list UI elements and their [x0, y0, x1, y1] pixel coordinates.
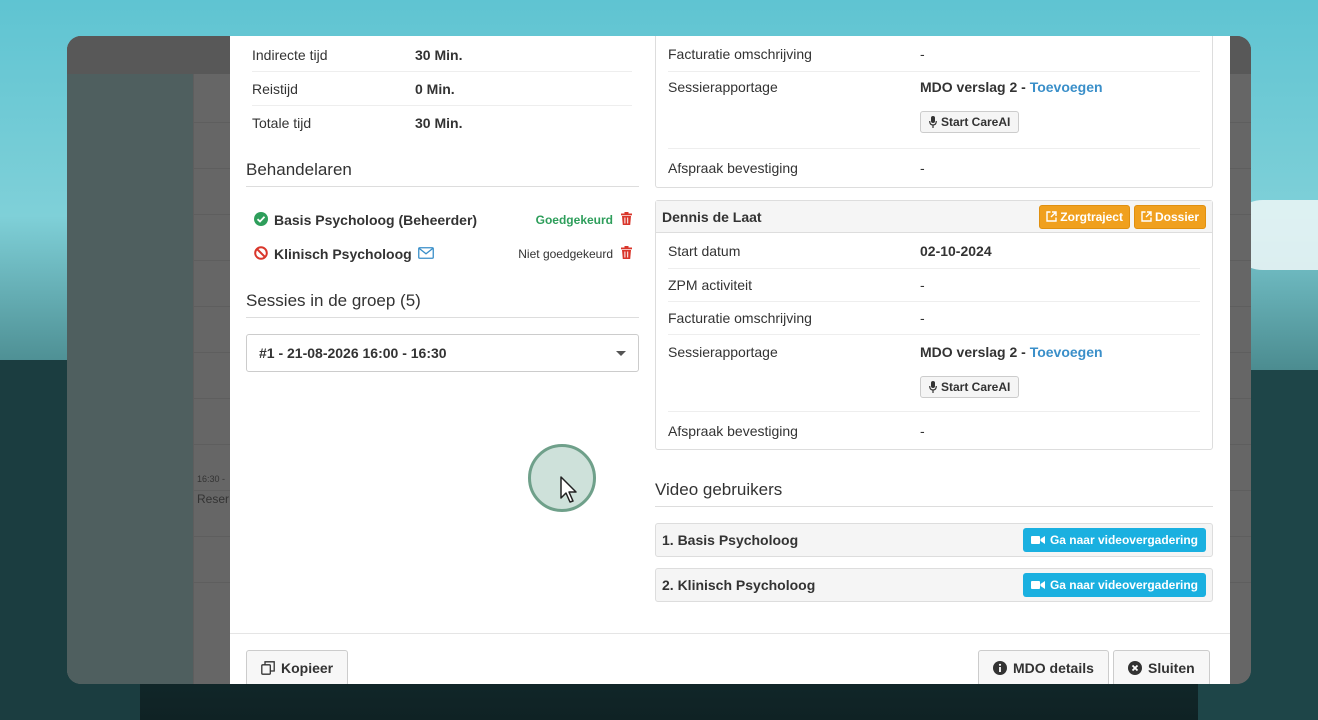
start-careai-button[interactable]: Start CareAI	[920, 376, 1020, 398]
participant-header: Dennis de Laat Zorgtraject Dossier	[656, 201, 1212, 233]
external-link-icon	[1046, 211, 1057, 222]
zorgtraject-button[interactable]: Zorgtraject	[1039, 204, 1130, 229]
therapist-status: Goedgekeurd	[535, 213, 613, 227]
calendar-slot-time: 16:30 -	[197, 474, 226, 484]
time-row-total: Totale tijd 30 Min.	[252, 106, 632, 140]
modal-left-column: Indirecte tijd 30 Min. Reistijd 0 Min. T…	[246, 36, 639, 372]
trash-icon[interactable]	[619, 212, 633, 228]
therapist-name: Klinisch Psycholoog	[274, 246, 412, 262]
add-report-link[interactable]: Toevoegen	[1030, 79, 1103, 95]
time-row-label: Totale tijd	[252, 115, 312, 131]
join-video-button[interactable]: Ga naar videovergadering	[1022, 528, 1206, 552]
participant-panel-2: Dennis de Laat Zorgtraject Dossier Start	[655, 200, 1213, 450]
therapist-row: Basis Psycholoog (Beheerder) Goedgekeurd	[246, 203, 639, 237]
video-camera-icon	[1030, 581, 1045, 589]
time-row-label: Indirecte tijd	[252, 46, 328, 63]
report-name: MDO verslag 2 -	[920, 79, 1030, 95]
mdo-details-label: MDO details	[1013, 660, 1094, 676]
dossier-button[interactable]: Dossier	[1133, 204, 1206, 229]
panel-row-report: Sessierapportage MDO verslag 2 - Toevoeg…	[668, 335, 1200, 412]
cursor-highlight	[528, 444, 596, 512]
app-window: 16:30 - Reser Indirecte tijd 30 Min. Rei…	[67, 36, 1251, 684]
panel-row-label: Start datum	[668, 242, 741, 259]
modal-footer: Kopieer MDO details Sluiten	[230, 633, 1230, 684]
copy-icon	[261, 661, 275, 675]
panel-row-billing: Facturatie omschrijving -	[668, 36, 1200, 72]
video-users-title: Video gebruikers	[655, 480, 1213, 507]
copy-label: Kopieer	[281, 660, 334, 676]
time-row-value: 30 Min.	[415, 115, 463, 131]
panel-row-value: -	[920, 45, 925, 62]
therapist-row: Klinisch Psycholoog Niet goedgekeurd	[246, 237, 639, 271]
video-user-name: 2. Klinisch Psycholoog	[662, 577, 816, 593]
panel-row-value: 02-10-2024	[920, 242, 992, 259]
therapists-section-title: Behandelaren	[246, 160, 639, 187]
participant-panel-1: Facturatie omschrijving - Sessierapporta…	[655, 36, 1213, 188]
copy-button[interactable]: Kopieer	[246, 650, 349, 684]
mouse-pointer-icon	[560, 476, 577, 503]
modal-right-column: Facturatie omschrijving - Sessierapporta…	[655, 36, 1213, 602]
panel-row-label: Facturatie omschrijving	[668, 45, 812, 62]
info-circle-icon	[993, 661, 1007, 675]
join-video-label: Ga naar videovergadering	[1049, 533, 1198, 547]
caret-down-icon	[616, 350, 626, 356]
panel-row-value: -	[920, 277, 925, 293]
panel-row-confirmation: Afspraak bevestiging -	[668, 412, 1200, 449]
mdo-details-button[interactable]: MDO details	[978, 650, 1109, 684]
panel-row-zpm: ZPM activiteit -	[668, 269, 1200, 302]
participant-name: Dennis de Laat	[662, 208, 762, 225]
dossier-label: Dossier	[1154, 209, 1199, 224]
video-user-name: 1. Basis Psycholoog	[662, 532, 799, 548]
video-user-row: 2. Klinisch Psycholoog Ga naar videoverg…	[655, 568, 1213, 602]
join-video-label: Ga naar videovergadering	[1049, 578, 1198, 592]
panel-row-start-date: Start datum 02-10-2024	[668, 233, 1200, 269]
report-name: MDO verslag 2 -	[920, 344, 1030, 360]
start-careai-label: Start CareAI	[941, 115, 1011, 129]
panel-row-label: Facturatie omschrijving	[668, 310, 812, 326]
close-label: Sluiten	[1148, 660, 1195, 676]
therapist-status: Niet goedgekeurd	[518, 247, 613, 261]
close-button[interactable]: Sluiten	[1113, 650, 1210, 684]
calendar-slot-label: Reser	[197, 492, 230, 506]
calendar-sidebar-column	[67, 74, 193, 684]
panel-row-label: Sessierapportage	[668, 79, 778, 95]
add-report-link[interactable]: Toevoegen	[1030, 344, 1103, 360]
appointment-modal: Indirecte tijd 30 Min. Reistijd 0 Min. T…	[230, 36, 1230, 684]
panel-row-label: ZPM activiteit	[668, 277, 753, 293]
time-row-travel: Reistijd 0 Min.	[252, 72, 632, 106]
trash-icon[interactable]	[619, 246, 633, 262]
panel-row-label: Afspraak bevestiging	[668, 160, 798, 176]
time-row-indirect: Indirecte tijd 30 Min.	[252, 38, 632, 72]
panel-row-value: -	[920, 310, 925, 326]
panel-row-report: Sessierapportage MDO verslag 2 - Toevoeg…	[668, 72, 1200, 149]
join-video-button[interactable]: Ga naar videovergadering	[1022, 573, 1206, 597]
panel-row-label: Sessierapportage	[668, 344, 778, 360]
start-careai-label: Start CareAI	[941, 380, 1011, 394]
calendar-divider	[193, 74, 194, 684]
session-select-value: #1 - 21-08-2026 16:00 - 16:30	[259, 345, 447, 361]
zorgtraject-label: Zorgtraject	[1060, 209, 1123, 224]
envelope-icon[interactable]	[417, 246, 434, 262]
time-row-value: 0 Min.	[415, 80, 455, 97]
time-row-value: 30 Min.	[415, 46, 463, 63]
panel-row-billing: Facturatie omschrijving -	[668, 302, 1200, 335]
panel-row-label: Afspraak bevestiging	[668, 422, 798, 439]
sessions-section-title: Sessies in de groep (5)	[246, 291, 639, 318]
microphone-icon	[929, 381, 937, 393]
panel-row-value: -	[920, 422, 925, 439]
video-user-row: 1. Basis Psycholoog Ga naar videovergade…	[655, 523, 1213, 557]
time-row-label: Reistijd	[252, 80, 298, 97]
external-link-icon	[1141, 211, 1152, 222]
start-careai-button[interactable]: Start CareAI	[920, 111, 1020, 133]
panel-row-value: -	[920, 160, 925, 176]
therapist-name: Basis Psycholoog (Beheerder)	[274, 212, 478, 228]
close-circle-icon	[1128, 661, 1142, 675]
panel-row-confirmation: Afspraak bevestiging -	[668, 149, 1200, 187]
session-select[interactable]: #1 - 21-08-2026 16:00 - 16:30	[246, 334, 639, 372]
check-circle-icon	[254, 211, 268, 229]
video-camera-icon	[1030, 536, 1045, 544]
microphone-icon	[929, 116, 937, 128]
ban-icon	[254, 245, 268, 263]
